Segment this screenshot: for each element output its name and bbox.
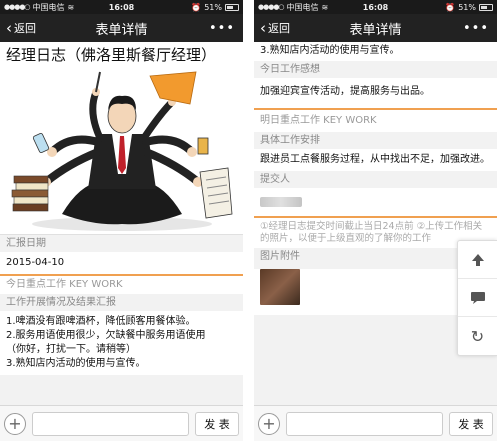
floating-actions: ↻ <box>457 240 497 356</box>
signal-icon: ●●●●○ <box>4 3 31 11</box>
battery-icon <box>479 3 493 11</box>
back-label: 返回 <box>268 22 290 35</box>
scroll-top-button[interactable] <box>458 241 497 279</box>
comment-input[interactable] <box>286 411 443 436</box>
progress-label: 工作开展情况及结果汇报 <box>0 294 243 311</box>
plan-value: 跟进员工点餐服务过程，从中找出不足，加强改进。 <box>254 149 497 171</box>
signal-icon: ●●●●○ <box>258 3 285 11</box>
plus-icon: + <box>262 414 276 433</box>
manager-illustration <box>0 64 243 234</box>
wifi-icon: ≋ <box>67 2 75 12</box>
wifi-icon: ≋ <box>321 2 329 12</box>
attachment-photo[interactable] <box>260 269 300 305</box>
chevron-left-icon: ‹ <box>260 18 266 37</box>
arrow-up-icon <box>471 253 484 266</box>
battery-percent: 51% <box>204 2 222 12</box>
left-screen: ●●●●○ 中国电信 ≋ 16:08 ⏰ 51% ‹ 返回 表单详情 ••• 经… <box>0 0 243 441</box>
today-feeling-label: 今日工作感想 <box>254 61 497 78</box>
tomorrow-key-work-label: 明日重点工作 KEY WORK <box>254 110 497 132</box>
more-button[interactable]: ••• <box>463 21 497 36</box>
nav-bar: ‹ 返回 表单详情 ••• <box>0 14 243 42</box>
progress-value: 1.啤酒没有跟啤酒杯，降低顾客用餐体验。 2.服务用语使用很少，欠缺餐中服务用语… <box>0 311 243 375</box>
status-bar: ●●●●○ 中国电信 ≋ 16:08 ⏰ 51% <box>254 0 497 14</box>
report-date-value: 2015-04-10 <box>0 252 243 274</box>
key-work-label: 今日重点工作 KEY WORK <box>0 276 243 294</box>
add-button[interactable]: + <box>4 412 26 435</box>
battery-percent: 51% <box>458 2 476 12</box>
comment-bar: + 发 表 <box>0 405 243 441</box>
today-feeling-value: 加强迎宾宣传活动，提高服务与出品。 <box>254 78 497 108</box>
comment-icon <box>470 291 485 304</box>
progress-line: （你好，打扰一下。请稍等） <box>6 344 136 355</box>
multitasking-manager-image <box>11 71 233 231</box>
add-button[interactable]: + <box>258 412 280 435</box>
alarm-icon: ⏰ <box>191 2 202 12</box>
battery-icon <box>225 3 239 11</box>
refresh-button[interactable]: ↻ <box>458 317 497 355</box>
report-date-label: 汇报日期 <box>0 235 243 252</box>
comment-bar: + 发 表 <box>254 405 497 441</box>
plan-label: 具体工作安排 <box>254 132 497 149</box>
progress-line: 2.服务用语使用很少，欠缺餐中服务用语使用 <box>6 330 206 341</box>
submitter-value <box>254 188 497 216</box>
right-screen: ●●●●○ 中国电信 ≋ 16:08 ⏰ 51% ‹ 返回 表单详情 ••• 3… <box>254 0 497 441</box>
send-button[interactable]: 发 表 <box>195 411 239 436</box>
chevron-left-icon: ‹ <box>6 18 12 37</box>
progress-line: 3.熟知店内活动的使用与宣传。 <box>6 358 146 369</box>
progress-line: 1.啤酒没有跟啤酒杯，降低顾客用餐体验。 <box>6 316 196 327</box>
report-title: 经理日志（佛洛里斯餐厅经理） <box>0 42 243 64</box>
progress-line-continued: 3.熟知店内活动的使用与宣传。 <box>254 42 497 61</box>
back-label: 返回 <box>14 22 36 35</box>
page-title: 表单详情 <box>349 22 402 38</box>
carrier-label: 中国电信 <box>286 2 319 12</box>
submitter-label: 提交人 <box>254 171 497 188</box>
carrier-label: 中国电信 <box>32 2 65 12</box>
comment-input[interactable] <box>32 411 189 436</box>
back-button[interactable]: ‹ 返回 <box>0 20 36 36</box>
send-button[interactable]: 发 表 <box>449 411 493 436</box>
comment-button[interactable] <box>458 279 497 317</box>
more-button[interactable]: ••• <box>209 21 243 36</box>
page-title: 表单详情 <box>95 22 148 38</box>
status-bar: ●●●●○ 中国电信 ≋ 16:08 ⏰ 51% <box>0 0 243 14</box>
refresh-icon: ↻ <box>470 326 485 346</box>
nav-bar: ‹ 返回 表单详情 ••• <box>254 14 497 42</box>
submitter-name-blurred <box>260 197 302 207</box>
back-button[interactable]: ‹ 返回 <box>254 20 290 36</box>
form-content[interactable]: 经理日志（佛洛里斯餐厅经理） 汇报日期 2015-04-10 今日重点工作 KE… <box>0 42 243 405</box>
plus-icon: + <box>8 414 22 433</box>
alarm-icon: ⏰ <box>445 2 456 12</box>
